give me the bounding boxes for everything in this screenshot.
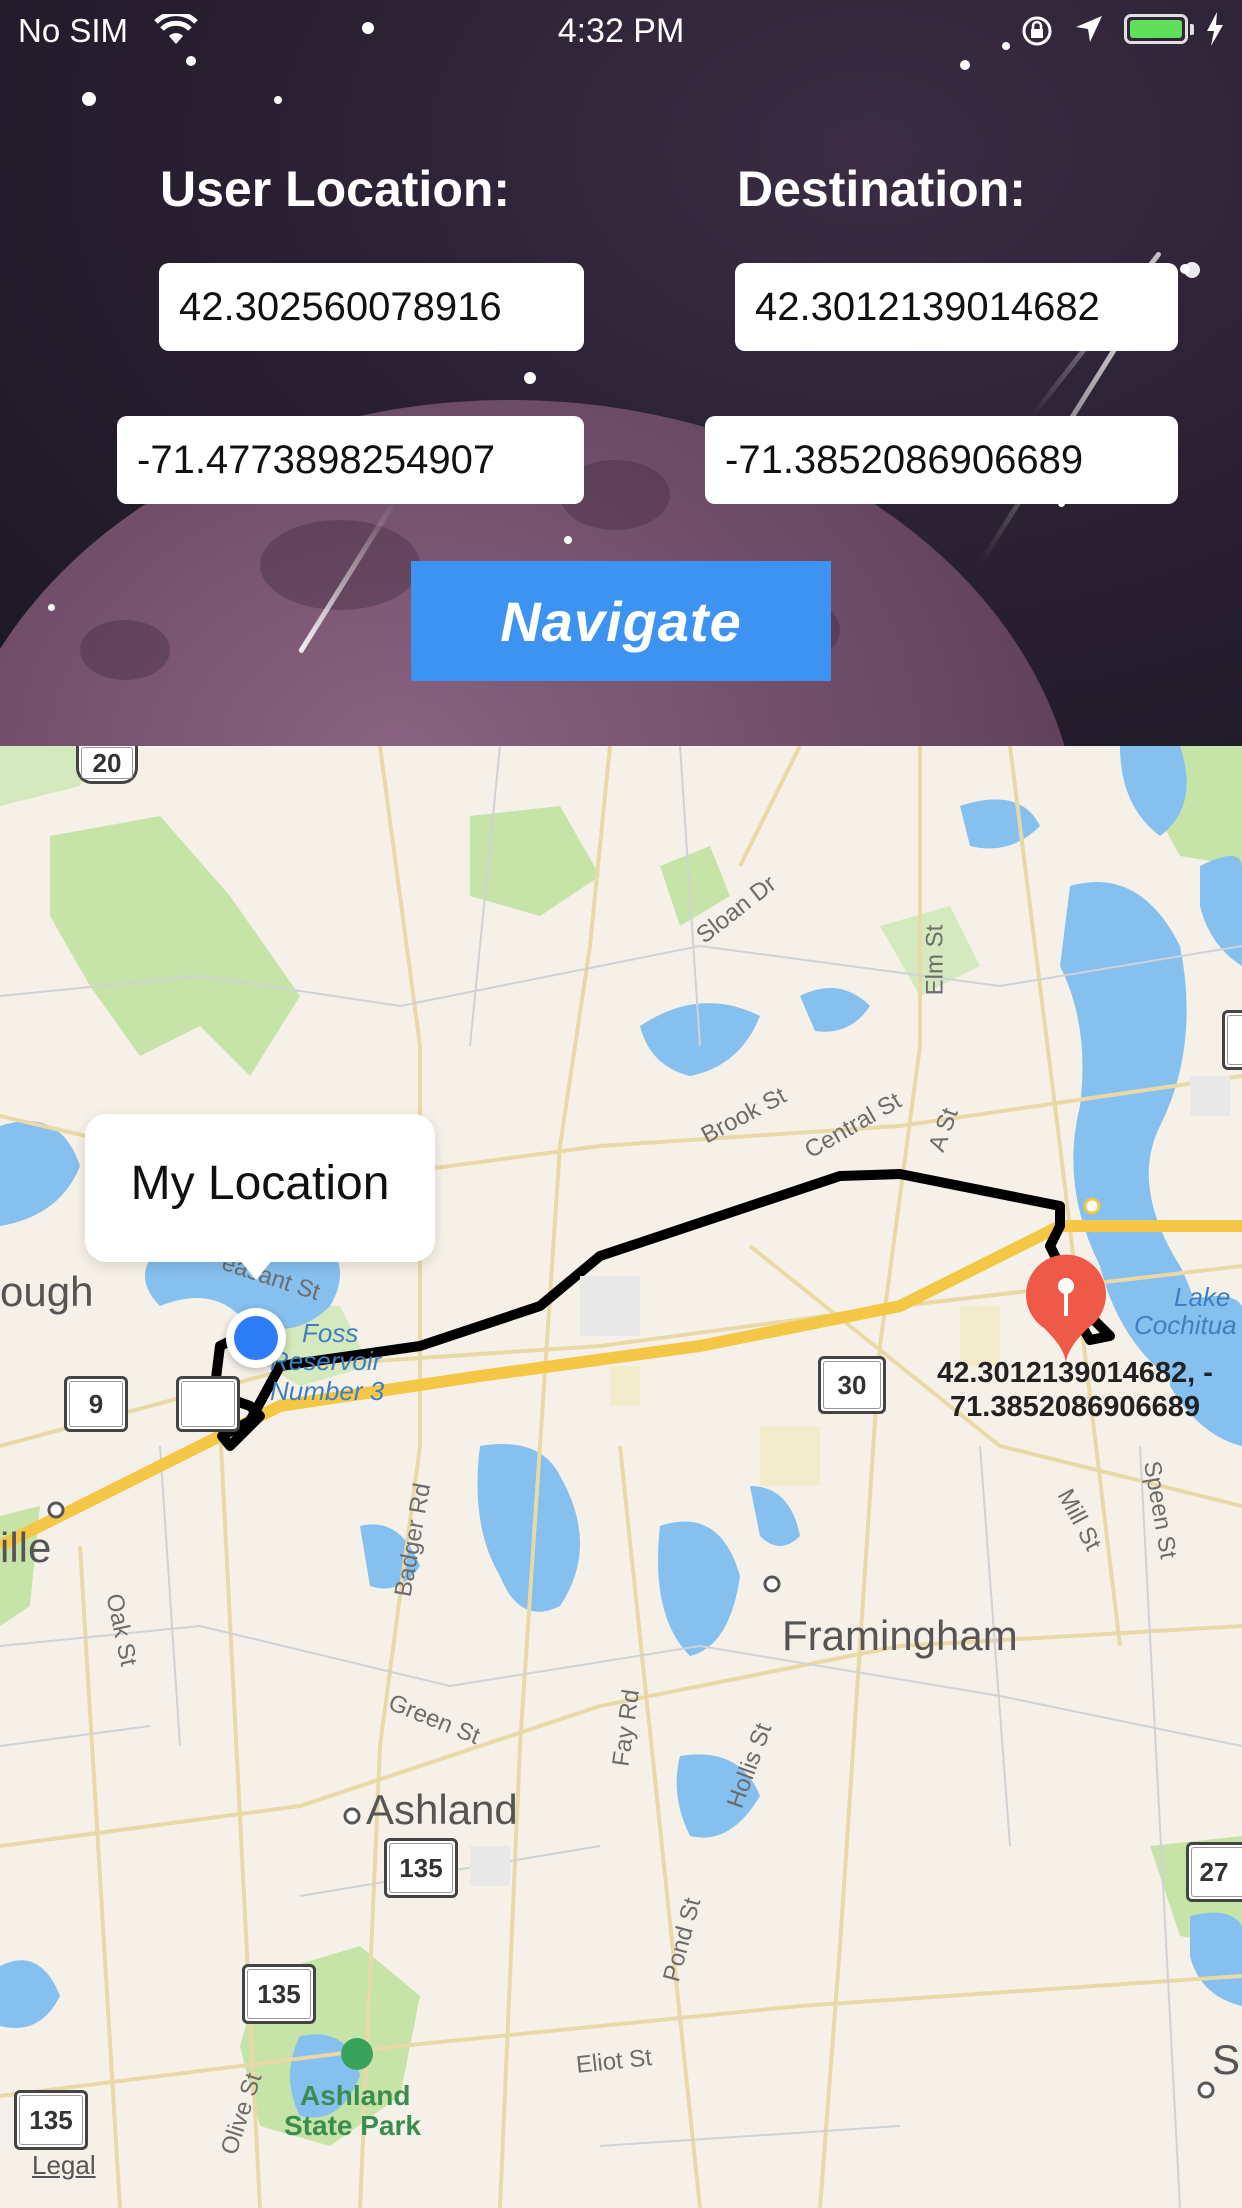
water-label-foss-reservoir-line1: Foss [302,1318,359,1348]
destination-label: Destination: [737,161,1026,217]
place-ough: ough [0,1268,94,1315]
status-bar: No SIM 4:32 PM [0,0,1242,60]
orientation-lock-icon [1022,16,1052,46]
destination-latitude-input[interactable] [735,263,1178,351]
route-shield-135-b: 135 [242,1964,316,2024]
status-time: 4:32 PM [557,12,685,50]
route-shield-edge [1222,1010,1242,1070]
space-background-panel: No SIM 4:32 PM User Location: Destinatio… [0,0,1242,746]
destination-pin-label-line1: 42.3012139014682, - [937,1357,1213,1389]
route-shield-27: 27 [1186,1842,1242,1902]
route-shield-9-partial [176,1376,240,1432]
place-ashland: Ashland [366,1786,518,1833]
user-location-marker[interactable] [226,1308,286,1368]
my-location-callout-title: My Location [130,1157,390,1210]
battery-icon [1124,14,1188,44]
destination-longitude-input[interactable] [705,416,1178,504]
route-shield-30: 30 [818,1356,886,1414]
water-label-lake-cochituate-line1: Lake [1174,1282,1231,1312]
location-services-icon [1076,16,1102,42]
park-label-ashland-state-park-line2: State Park [284,2110,421,2141]
place-s-edge: S [1212,2036,1241,2083]
park-label-ashland-state-park-line1: Ashland [300,2080,411,2111]
place-ille: ille [0,1524,52,1571]
route-shield-135-a: 135 [384,1838,458,1898]
charging-bolt-icon [1207,12,1223,46]
user-latitude-input[interactable] [159,263,584,351]
map-view[interactable]: Sloan Dr Elm St Brook St Central St A St… [0,746,1242,2208]
callout-pointer [238,1258,274,1280]
map-base-layer [0,746,1242,2208]
water-label-foss-reservoir-line2: Reservoir [270,1346,382,1376]
place-framingham: Framingham [782,1612,1018,1659]
road-label-elm-st: Elm St [921,924,949,996]
route-shield-9: 9 [64,1376,128,1432]
destination-pin-icon[interactable] [1024,1254,1108,1364]
destination-pin-label: 42.3012139014682, - 71.3852086906689 [905,1356,1242,1424]
water-label-lake-cochituate-line2: Cochitua [1134,1310,1237,1340]
destination-pin-label-line2: 71.3852086906689 [950,1391,1200,1423]
my-location-callout[interactable]: My Location [85,1114,435,1262]
navigate-button[interactable]: Navigate [411,561,831,681]
legal-link[interactable]: Legal [32,2150,96,2181]
route-shield-us20: 20 [76,746,138,784]
user-location-label: User Location: [160,161,511,217]
route-shield-135-c: 135 [14,2090,88,2150]
user-longitude-input[interactable] [117,416,584,504]
water-label-foss-reservoir-line3: Number 3 [270,1376,385,1406]
